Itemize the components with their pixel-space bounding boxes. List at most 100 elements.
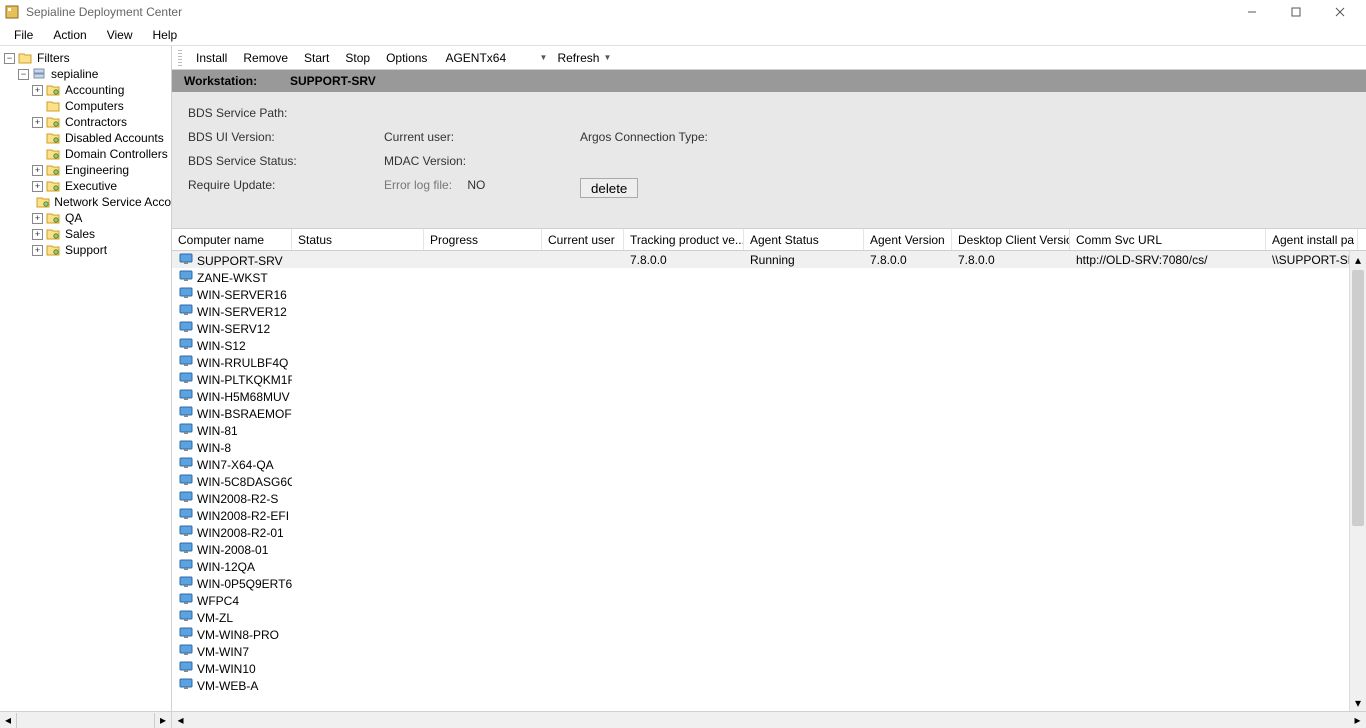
- options-button[interactable]: Options: [378, 48, 435, 68]
- table-row[interactable]: VM-WIN8-PRO: [172, 625, 1366, 642]
- col-comm-svc-url[interactable]: Comm Svc URL: [1070, 229, 1266, 250]
- expand-toggle[interactable]: +: [32, 117, 43, 128]
- tree-node-child[interactable]: Computers: [4, 98, 171, 114]
- scroll-down-button[interactable]: ▾: [1350, 694, 1366, 711]
- tree-node-child[interactable]: Network Service Acco: [4, 194, 171, 210]
- table-row[interactable]: WIN-RRULBF4Q: [172, 353, 1366, 370]
- table-row[interactable]: VM-WIN7: [172, 642, 1366, 659]
- scroll-up-button[interactable]: ▴: [1350, 251, 1366, 268]
- menu-view[interactable]: View: [97, 25, 143, 45]
- cell-computer-name: WIN-SERV12: [172, 320, 292, 336]
- table-row[interactable]: WIN-12QA: [172, 557, 1366, 574]
- tree-node-sepialine[interactable]: − sepialine: [4, 66, 171, 82]
- maximize-button[interactable]: [1274, 1, 1318, 23]
- expand-toggle[interactable]: +: [32, 85, 43, 96]
- tree-node-child[interactable]: +Executive: [4, 178, 171, 194]
- menu-file[interactable]: File: [4, 25, 43, 45]
- start-button[interactable]: Start: [296, 48, 337, 68]
- tree-node-child[interactable]: Disabled Accounts: [4, 130, 171, 146]
- expand-toggle[interactable]: −: [18, 69, 29, 80]
- sidebar-hscrollbar[interactable]: ◂ ▸: [0, 711, 171, 728]
- cell-computer-name: VM-WIN7: [172, 643, 292, 659]
- menu-help[interactable]: Help: [143, 25, 188, 45]
- col-tracking-version[interactable]: Tracking product ve...: [624, 229, 744, 250]
- agent-combo[interactable]: AGENTx64 ▼: [439, 49, 549, 67]
- col-computer-name[interactable]: Computer name: [172, 229, 292, 250]
- table-row[interactable]: WIN7-X64-QA: [172, 455, 1366, 472]
- table-vscrollbar[interactable]: ▴ ▾: [1349, 251, 1366, 711]
- computer-icon: [178, 490, 194, 504]
- table-row[interactable]: SUPPORT-SRV7.8.0.0Running7.8.0.07.8.0.0h…: [172, 251, 1366, 268]
- main-panel: Install Remove Start Stop Options AGENTx…: [172, 46, 1366, 728]
- table-row[interactable]: VM-WEB-A: [172, 676, 1366, 693]
- expand-toggle[interactable]: +: [32, 245, 43, 256]
- table-row[interactable]: WIN-SERVER16: [172, 285, 1366, 302]
- tree-node-child[interactable]: + Accounting: [4, 82, 171, 98]
- col-status[interactable]: Status: [292, 229, 424, 250]
- col-desktop-client-version[interactable]: Desktop Client Version: [952, 229, 1070, 250]
- computer-icon: [178, 371, 194, 385]
- col-current-user[interactable]: Current user: [542, 229, 624, 250]
- remove-button[interactable]: Remove: [235, 48, 296, 68]
- expand-toggle[interactable]: +: [32, 181, 43, 192]
- expand-toggle[interactable]: −: [4, 53, 15, 64]
- table-row[interactable]: WFPC4: [172, 591, 1366, 608]
- table-row[interactable]: WIN-81: [172, 421, 1366, 438]
- minimize-button[interactable]: [1230, 1, 1274, 23]
- tree-node-child[interactable]: +Contractors: [4, 114, 171, 130]
- stop-button[interactable]: Stop: [337, 48, 378, 68]
- scroll-thumb[interactable]: [1352, 270, 1364, 526]
- cell-computer-name: WIN-12QA: [172, 558, 292, 574]
- table-row[interactable]: WIN-5C8DASG6C: [172, 472, 1366, 489]
- table-row[interactable]: WIN-H5M68MUV: [172, 387, 1366, 404]
- chevron-down-icon: ▼: [603, 53, 611, 62]
- tree-node-child[interactable]: +QA: [4, 210, 171, 226]
- tree-node-child[interactable]: +Engineering: [4, 162, 171, 178]
- expand-toggle[interactable]: +: [32, 165, 43, 176]
- table-row[interactable]: WIN-S12: [172, 336, 1366, 353]
- tree-label: Disabled Accounts: [65, 130, 164, 146]
- table-row[interactable]: WIN-BSRAEMOF: [172, 404, 1366, 421]
- table-row[interactable]: WIN-SERVER12: [172, 302, 1366, 319]
- toolbar-grip[interactable]: [178, 50, 182, 66]
- table-row[interactable]: VM-WIN10: [172, 659, 1366, 676]
- scroll-track[interactable]: [1350, 268, 1366, 694]
- expand-toggle[interactable]: +: [32, 229, 43, 240]
- cell-computer-name: WIN2008-R2-01: [172, 524, 292, 540]
- delete-button[interactable]: delete: [580, 178, 638, 198]
- main-hscrollbar[interactable]: ◂ ▸: [172, 711, 1366, 728]
- install-button[interactable]: Install: [188, 48, 235, 68]
- table-row[interactable]: WIN2008-R2-01: [172, 523, 1366, 540]
- table-row[interactable]: WIN-0P5Q9ERT6CT: [172, 574, 1366, 591]
- tree-node-child[interactable]: Domain Controllers: [4, 146, 171, 162]
- tree-node-child[interactable]: +Support: [4, 242, 171, 258]
- user-folder-icon: [36, 194, 50, 210]
- tree-node-child[interactable]: +Sales: [4, 226, 171, 242]
- cell-computer-name: WIN-81: [172, 422, 292, 438]
- table-row[interactable]: WIN2008-R2-EFI: [172, 506, 1366, 523]
- scroll-right-button[interactable]: ▸: [154, 713, 171, 728]
- expand-toggle[interactable]: +: [32, 213, 43, 224]
- computer-icon: [178, 439, 194, 453]
- tree-node-filters[interactable]: − Filters: [4, 50, 171, 66]
- table-row[interactable]: WIN-SERV12: [172, 319, 1366, 336]
- scroll-left-button[interactable]: ◂: [172, 713, 189, 728]
- scroll-right-button[interactable]: ▸: [1349, 713, 1366, 728]
- close-button[interactable]: [1318, 1, 1362, 23]
- table-row[interactable]: VM-ZL: [172, 608, 1366, 625]
- col-progress[interactable]: Progress: [424, 229, 542, 250]
- table-row[interactable]: ZANE-WKST: [172, 268, 1366, 285]
- table-row[interactable]: WIN-8: [172, 438, 1366, 455]
- scroll-left-button[interactable]: ◂: [0, 713, 17, 728]
- menu-action[interactable]: Action: [43, 25, 96, 45]
- col-agent-version[interactable]: Agent Version: [864, 229, 952, 250]
- tree-label: Accounting: [65, 82, 124, 98]
- col-agent-install-path[interactable]: Agent install pa: [1266, 229, 1358, 250]
- computer-table: Computer name Status Progress Current us…: [172, 228, 1366, 711]
- table-row[interactable]: WIN2008-R2-S: [172, 489, 1366, 506]
- col-agent-status[interactable]: Agent Status: [744, 229, 864, 250]
- refresh-button[interactable]: Refresh ▼: [553, 48, 615, 68]
- table-row[interactable]: WIN-2008-01: [172, 540, 1366, 557]
- table-row[interactable]: WIN-PLTKQKM1F39: [172, 370, 1366, 387]
- expand-toggle-empty: [32, 133, 43, 144]
